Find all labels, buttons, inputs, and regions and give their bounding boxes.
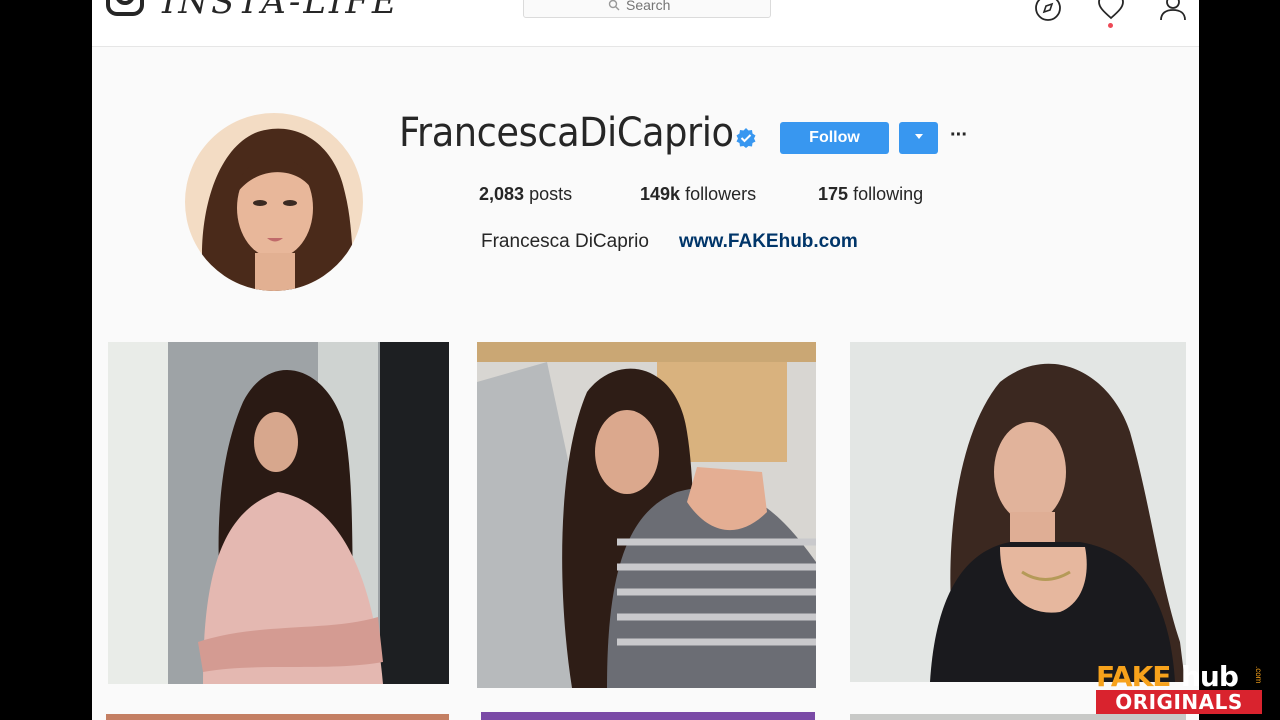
profile-username: FrancescaDiCaprio [399, 110, 734, 156]
instagram-camera-icon[interactable] [106, 0, 146, 18]
profile-full-name: Francesca DiCaprio [481, 231, 649, 252]
chevron-down-icon [914, 133, 923, 139]
followers-count: 149k [640, 184, 681, 204]
followers-label: followers [685, 184, 757, 204]
top-navigation-bar: INSTA-LIFE [92, 0, 1199, 47]
watermark-tagline: ORIGINALS [1096, 690, 1262, 714]
follow-button[interactable]: Follow [780, 122, 889, 154]
followers-stat[interactable]: 149k followers [640, 184, 756, 205]
profile-avatar[interactable] [185, 113, 363, 291]
post-thumbnail-2[interactable] [477, 342, 816, 688]
search-icon [608, 0, 620, 11]
search-box[interactable] [523, 0, 771, 18]
suggestions-dropdown-button[interactable] [899, 122, 938, 154]
following-stat[interactable]: 175 following [818, 184, 923, 205]
app-logo-text[interactable]: INSTA-LIFE [162, 0, 400, 22]
posts-stat[interactable]: 2,083 posts [479, 184, 572, 205]
brand-watermark: FAKE hub .com ORIGINALS [1096, 660, 1264, 716]
heart-icon[interactable] [1097, 0, 1125, 22]
post-thumbnail-4[interactable] [106, 714, 449, 720]
more-options-button[interactable]: ··· [950, 124, 970, 150]
profile-website-link[interactable]: www.FAKEhub.com [679, 231, 858, 253]
following-label: following [853, 184, 924, 204]
verified-badge-icon [736, 128, 756, 148]
search-input[interactable] [626, 0, 686, 13]
post-thumbnail-3[interactable] [850, 342, 1186, 682]
post-thumbnail-1[interactable] [108, 342, 449, 684]
watermark-brand-left: FAKE [1096, 660, 1171, 693]
post-thumbnail-5[interactable] [481, 712, 815, 720]
posts-count: 2,083 [479, 184, 525, 204]
compass-icon[interactable] [1034, 0, 1062, 22]
posts-label: posts [529, 184, 573, 204]
user-icon[interactable] [1159, 0, 1187, 22]
watermark-brand-right: hub [1181, 660, 1239, 693]
notification-dot [1108, 23, 1113, 28]
watermark-brand-suffix: .com [1254, 666, 1263, 684]
following-count: 175 [818, 184, 849, 204]
profile-page: INSTA-LIFE Search FrancescaDiCaprio Foll… [92, 0, 1199, 720]
